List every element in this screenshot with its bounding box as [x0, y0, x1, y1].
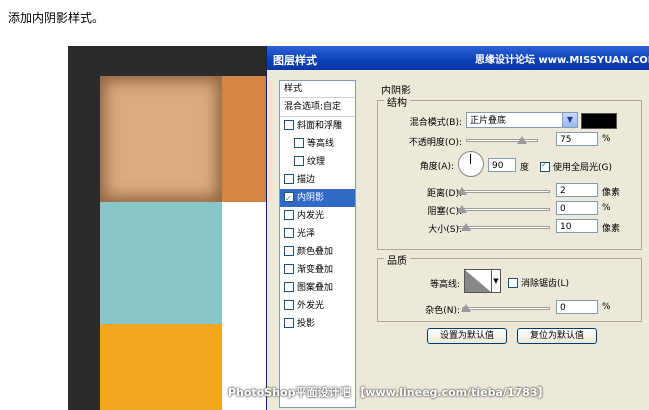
blend-mode-label: 混合模式(B): — [409, 118, 462, 128]
style-item-label: 斜面和浮雕 — [297, 121, 343, 131]
style-item[interactable]: 斜面和浮雕 — [280, 117, 355, 135]
anti-alias-label[interactable]: 消除锯齿(L) — [521, 276, 569, 289]
anti-alias-checkbox[interactable] — [508, 278, 518, 288]
swatch-yellow — [100, 324, 222, 410]
style-item-label: 内阴影 — [297, 193, 325, 203]
style-item-checkbox[interactable] — [284, 209, 294, 220]
noise-slider[interactable] — [461, 304, 550, 312]
style-item[interactable]: 描边 — [280, 171, 355, 189]
choke-slider-thumb[interactable] — [457, 205, 467, 213]
titlebar-watermark: 思缘设计论坛 www.MISSYUAN.COM — [475, 55, 649, 66]
shadow-color-swatch[interactable] — [581, 113, 617, 129]
style-item-checkbox[interactable] — [294, 155, 304, 166]
styles-list: 样式 混合选项:自定 斜面和浮雕等高线纹理描边内阴影内发光光泽颜色叠加渐变叠加图… — [279, 80, 356, 408]
style-item-checkbox[interactable] — [284, 227, 294, 238]
style-item-label: 图案叠加 — [297, 283, 334, 293]
style-item[interactable]: 内发光 — [280, 207, 355, 225]
style-item-label: 投影 — [297, 319, 316, 329]
tutorial-caption: 添加内阴影样式。 — [8, 11, 105, 25]
noise-label: 杂色(N): — [425, 306, 460, 316]
global-light-checkbox[interactable] — [540, 160, 550, 172]
noise-slider-thumb[interactable] — [461, 304, 471, 312]
swatch-white-1 — [222, 202, 268, 324]
choke-label: 阻塞(C): — [427, 207, 462, 217]
style-item-checkbox[interactable] — [284, 190, 294, 208]
bottom-watermark: PhotoShop平面设计吧 【www.lineeg.com/tieba/178… — [228, 386, 549, 399]
distance-unit: 像素 — [602, 188, 621, 198]
contour-label: 等高线: — [429, 280, 460, 290]
structure-group-label: 结构 — [384, 94, 410, 109]
distance-input[interactable]: 2 — [556, 183, 598, 197]
angle-unit: 度 — [520, 163, 530, 173]
style-item-checkbox[interactable] — [284, 299, 294, 310]
opacity-label: 不透明度(O): — [408, 138, 462, 148]
style-item-label: 渐变叠加 — [297, 265, 334, 275]
swatch-tan-inner-shadow — [100, 76, 222, 202]
style-item[interactable]: 光泽 — [280, 225, 355, 243]
style-item-label: 颜色叠加 — [297, 247, 334, 257]
style-item-checkbox[interactable] — [284, 173, 294, 184]
dialog-title: 图层样式 — [273, 54, 317, 67]
opacity-unit: % — [602, 134, 611, 144]
noise-unit: % — [602, 302, 611, 312]
size-label: 大小(S): — [428, 225, 462, 235]
angle-input[interactable]: 90 — [488, 158, 516, 172]
style-item[interactable]: 纹理 — [280, 153, 355, 171]
choke-unit: % — [602, 203, 611, 213]
opacity-input[interactable]: 75 — [556, 132, 598, 146]
size-slider[interactable] — [458, 223, 550, 231]
style-item[interactable]: 内阴影 — [280, 189, 355, 208]
style-item-checkbox[interactable] — [284, 119, 294, 130]
quality-group: 品质 等高线: ▼ 消除锯齿(L) 杂色(N): 0 % — [377, 252, 642, 322]
style-item-label: 纹理 — [307, 157, 326, 167]
style-item[interactable]: 等高线 — [280, 135, 355, 153]
distance-slider[interactable] — [457, 187, 550, 195]
angle-dial[interactable] — [458, 151, 484, 177]
chevron-down-icon[interactable]: ▼ — [562, 113, 577, 127]
style-item[interactable]: 投影 — [280, 315, 355, 333]
blend-options-item[interactable]: 混合选项:自定 — [280, 98, 355, 117]
structure-group: 结构 混合模式(B): 正片叠底 ▼ 不透明度(O): 75 % 角度(A): … — [377, 94, 642, 250]
noise-input[interactable]: 0 — [556, 300, 598, 314]
dialog-titlebar[interactable]: 图层样式 思缘设计论坛 www.MISSYUAN.COM — [267, 46, 649, 70]
set-default-button[interactable]: 设置为默认值 — [427, 328, 507, 344]
size-unit: 像素 — [602, 224, 621, 234]
global-light-label[interactable]: 使用全局光(G) — [553, 160, 612, 173]
contour-dropdown-icon[interactable]: ▼ — [491, 269, 501, 293]
style-item-checkbox[interactable] — [284, 245, 294, 256]
style-item-checkbox[interactable] — [284, 263, 294, 274]
swatch-orange — [222, 76, 268, 202]
reset-default-button[interactable]: 复位为默认值 — [517, 328, 597, 344]
styles-header[interactable]: 样式 — [280, 81, 355, 98]
style-item-label: 内发光 — [297, 211, 325, 221]
canvas-preview — [68, 46, 268, 410]
style-item-label: 光泽 — [297, 229, 316, 239]
size-slider-thumb[interactable] — [461, 223, 471, 231]
style-item-label: 等高线 — [307, 139, 335, 149]
size-input[interactable]: 10 — [556, 219, 598, 233]
layer-style-dialog: 图层样式 思缘设计论坛 www.MISSYUAN.COM 样式 混合选项:自定 … — [266, 46, 649, 410]
angle-label: 角度(A): — [419, 162, 454, 172]
style-item-label: 描边 — [297, 175, 316, 185]
contour-preview[interactable] — [464, 269, 492, 293]
style-item[interactable]: 外发光 — [280, 297, 355, 315]
style-item-checkbox[interactable] — [284, 317, 294, 328]
opacity-slider[interactable] — [466, 136, 538, 144]
swatch-teal — [100, 202, 222, 324]
style-item[interactable]: 渐变叠加 — [280, 261, 355, 279]
choke-slider[interactable] — [457, 205, 550, 213]
blend-mode-select[interactable]: 正片叠底 ▼ — [466, 112, 578, 128]
distance-label: 距离(D): — [427, 189, 462, 199]
style-item-label: 外发光 — [297, 301, 325, 311]
opacity-slider-thumb[interactable] — [517, 136, 527, 144]
style-item[interactable]: 颜色叠加 — [280, 243, 355, 261]
style-item-checkbox[interactable] — [284, 281, 294, 292]
style-item-checkbox[interactable] — [294, 137, 304, 148]
distance-slider-thumb[interactable] — [457, 187, 467, 195]
blend-mode-value: 正片叠底 — [470, 116, 507, 126]
style-item[interactable]: 图案叠加 — [280, 279, 355, 297]
quality-group-label: 品质 — [384, 252, 410, 267]
choke-input[interactable]: 0 — [556, 201, 598, 215]
